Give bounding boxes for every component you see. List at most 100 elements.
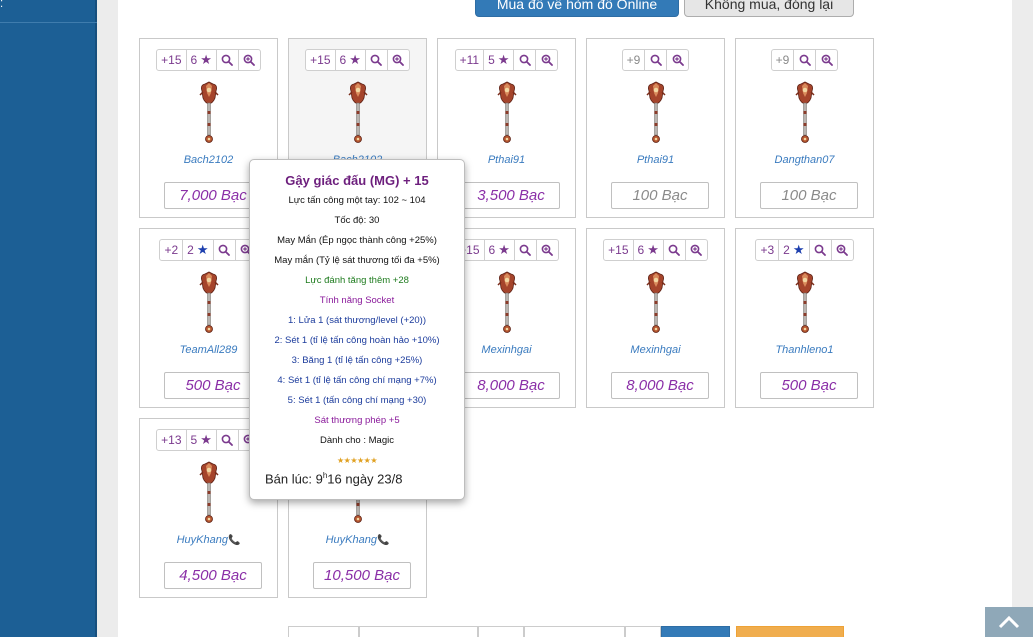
price-button[interactable]: 4,500 Bạc (164, 562, 262, 589)
mace-weapon-icon[interactable] (494, 81, 520, 147)
tooltip-socket-4: 4: Sét 1 (tỉ lệ tấn công chí mạng +7%) (277, 375, 437, 386)
tooltip-luck-1: May Mắn (Ép ngọc thành công +25%) (277, 235, 437, 246)
sidebar: ⁚ (0, 0, 97, 637)
item-card[interactable]: +9 Pthai91 100 Bạc (586, 38, 725, 218)
search-icon[interactable] (514, 239, 537, 261)
tooltip-magic-damage: Sát thương phép +5 (314, 415, 400, 426)
search-icon[interactable] (809, 239, 832, 261)
zoom-in-icon[interactable] (685, 239, 708, 261)
seller-name[interactable]: Thanhleno1 (736, 344, 873, 356)
plus-level-badge: +3 (755, 239, 780, 261)
star-icon: ★ (498, 242, 510, 257)
page-button[interactable] (625, 626, 661, 637)
price-button[interactable]: 3,500 Bạc (462, 182, 560, 209)
seller-name[interactable]: HuyKhang📞 (140, 534, 277, 546)
search-icon[interactable] (213, 239, 236, 261)
star-icon: ★ (349, 52, 361, 67)
zoom-in-icon[interactable] (387, 49, 410, 71)
mace-weapon-icon[interactable] (643, 81, 669, 147)
search-icon[interactable] (365, 49, 388, 71)
price-button[interactable]: 500 Bạc (164, 372, 262, 399)
sidebar-menu-icon[interactable]: ⁚ (0, 0, 3, 10)
mace-weapon-icon[interactable] (792, 271, 818, 337)
search-icon[interactable] (216, 49, 239, 71)
search-icon[interactable] (663, 239, 686, 261)
star-icon: ★ (792, 242, 805, 257)
plus-level-badge: +15 (305, 49, 336, 71)
page-button-active[interactable] (661, 626, 730, 637)
seller-name[interactable]: Mexinhgai (587, 344, 724, 356)
sidebar-divider (0, 22, 97, 23)
tooltip-title: Gậy giác đấu (MG) + 15 (285, 173, 429, 188)
price-button[interactable]: 7,000 Bạc (164, 182, 262, 209)
rating-stars-icon: ★★★★★★ (336, 456, 378, 465)
tooltip-class: Dành cho : Magic (320, 435, 394, 446)
price-button[interactable]: 10,500 Bạc (313, 562, 411, 589)
socket-count-badge: 2 ★ (183, 239, 214, 261)
zoom-in-icon[interactable] (238, 49, 261, 71)
search-icon[interactable] (216, 429, 239, 451)
mace-weapon-icon[interactable] (196, 81, 222, 147)
tooltip-attack: Lực tấn công một tay: 102 ~ 104 (288, 195, 426, 206)
mace-weapon-icon[interactable] (345, 81, 371, 147)
socket-count-badge: 6 ★ (633, 239, 664, 261)
search-icon[interactable] (514, 49, 537, 71)
zoom-in-icon[interactable] (667, 49, 690, 71)
socket-count-badge: 5 ★ (186, 429, 217, 451)
phone-icon: 📞 (376, 535, 390, 546)
plus-level-badge: +9 (770, 49, 795, 71)
plus-level-badge: +15 (603, 239, 634, 261)
page-button[interactable] (524, 626, 625, 637)
star-icon: ★ (196, 242, 209, 257)
plus-level-badge: +2 (159, 239, 184, 261)
plus-level-badge: +13 (156, 429, 187, 451)
socket-count-badge: 2 ★ (779, 239, 810, 261)
tooltip-socket-header: Tính năng Socket (319, 295, 395, 306)
scroll-top-button[interactable] (985, 607, 1033, 637)
star-icon: ★ (497, 52, 510, 67)
price-button[interactable]: 8,000 Bạc (611, 372, 709, 399)
search-icon[interactable] (794, 49, 817, 71)
pagination (288, 626, 730, 637)
tooltip-sold-time: Bán lúc: 9h16 ngày 23/8 (265, 471, 403, 487)
chevron-up-icon (998, 615, 1020, 629)
page-button[interactable] (478, 626, 524, 637)
price-button[interactable]: 500 Bạc (760, 372, 858, 399)
item-card[interactable]: +9 Dangthan07 100 Bạc (735, 38, 874, 218)
mace-weapon-icon[interactable] (792, 81, 818, 147)
page-button-orange[interactable] (736, 626, 844, 637)
tooltip-socket-2: 2: Sét 1 (tỉ lệ tấn công hoàn hảo +10%) (274, 335, 440, 346)
pagination-extra (736, 626, 844, 637)
mace-weapon-icon[interactable] (196, 271, 222, 337)
item-card[interactable]: +15 6 ★ Mexinhgai 8,000 Bạc (586, 228, 725, 408)
price-button[interactable]: 100 Bạc (760, 182, 858, 209)
item-tooltip: Gậy giác đấu (MG) + 15 Lực tấn công một … (249, 159, 465, 500)
tooltip-socket-5: 5: Sét 1 (tấn công chí mạng +30) (287, 395, 427, 406)
search-icon[interactable] (645, 49, 668, 71)
zoom-in-icon[interactable] (536, 239, 559, 261)
seller-name[interactable]: Dangthan07 (736, 154, 873, 166)
buy-to-online-chest-button[interactable]: Mua đồ về hòm đồ Online (475, 0, 679, 17)
star-icon: ★ (200, 52, 212, 67)
tooltip-bonus-damage: Lực đánh tăng thêm +28 (305, 275, 409, 286)
page-button-prev[interactable] (359, 626, 478, 637)
socket-count-badge: 6 ★ (335, 49, 366, 71)
star-icon: ★ (647, 242, 659, 257)
mace-weapon-icon[interactable] (494, 271, 520, 337)
seller-name[interactable]: Pthai91 (587, 154, 724, 166)
seller-name[interactable]: HuyKhang📞 (289, 534, 426, 546)
mace-weapon-icon[interactable] (643, 271, 669, 337)
zoom-in-icon[interactable] (536, 49, 559, 71)
tooltip-socket-1: 1: Lửa 1 (sát thương/level (+20)) (287, 315, 427, 326)
item-card[interactable]: +3 2 ★ Thanhleno1 500 Bạc (735, 228, 874, 408)
price-button[interactable]: 8,000 Bạc (462, 372, 560, 399)
zoom-in-icon[interactable] (831, 239, 854, 261)
mace-weapon-icon[interactable] (196, 461, 222, 527)
socket-count-badge: 5 ★ (484, 49, 515, 71)
phone-icon: 📞 (227, 535, 241, 546)
page-button-first[interactable] (288, 626, 359, 637)
zoom-in-icon[interactable] (816, 49, 839, 71)
tooltip-luck-2: May mắn (Tỷ lệ sát thương tối đa +5%) (274, 255, 440, 266)
cancel-close-button[interactable]: Không mua, đóng lại (684, 0, 854, 17)
price-button[interactable]: 100 Bạc (611, 182, 709, 209)
